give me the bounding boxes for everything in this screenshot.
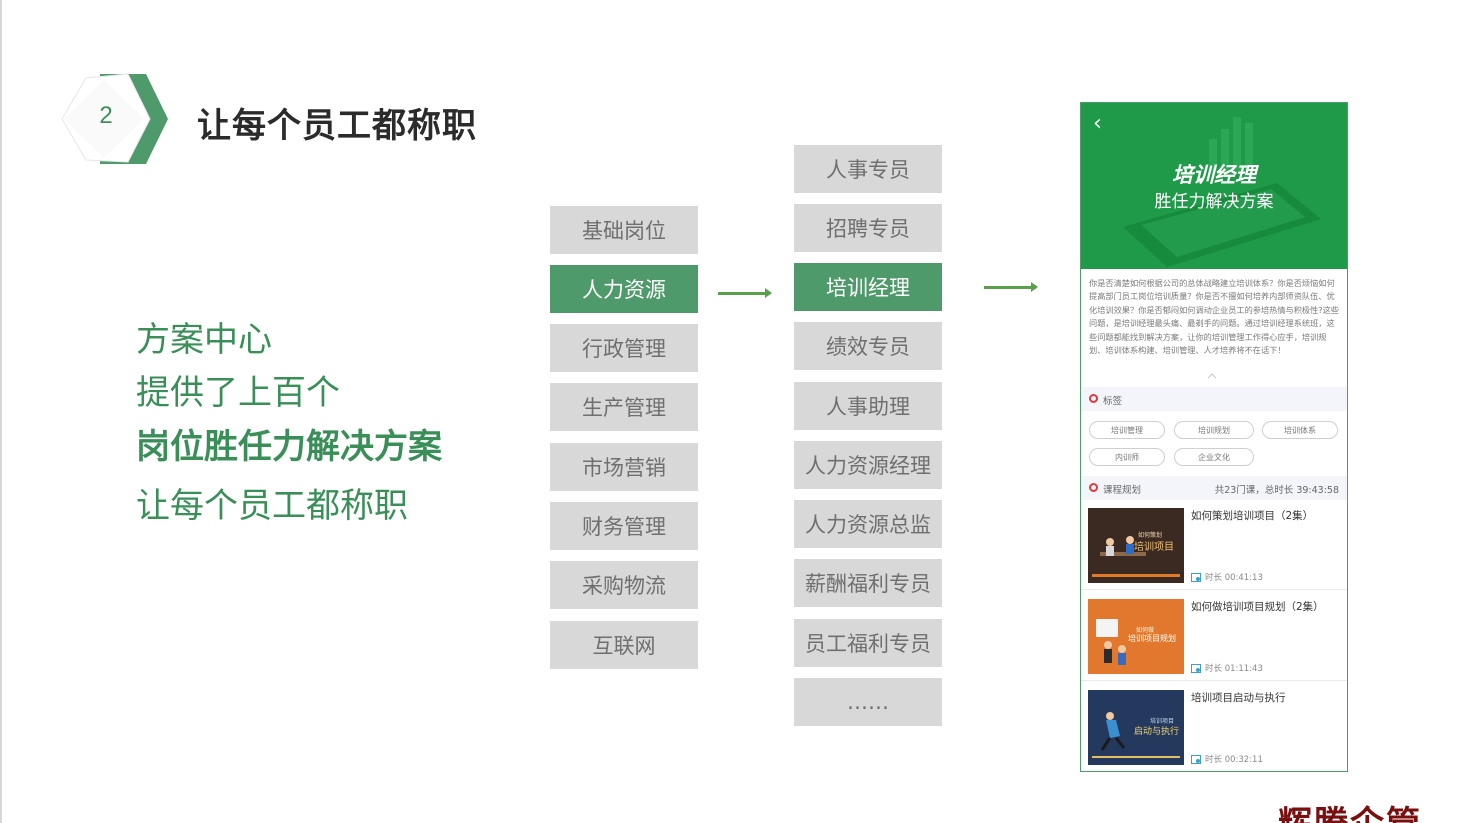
page-title: 让每个员工都称职	[197, 106, 477, 146]
back-chevron-icon[interactable]: ‹	[1093, 113, 1102, 135]
role-item[interactable]: 招聘专员	[794, 204, 942, 252]
course-duration-row: 时长 00:41:13	[1191, 571, 1263, 583]
brand-watermark: 辉腾企管	[1278, 796, 1422, 823]
plan-section-header: 课程规划 共23门课，总时长 39:43:58	[1081, 476, 1347, 500]
plan-summary: 共23门课，总时长 39:43:58	[1214, 485, 1339, 496]
thumbnail-caption: 启动与执行	[1134, 727, 1180, 737]
course-duration-row: 时长 01:11:43	[1191, 662, 1263, 674]
course-thumbnail: 如何策划 培训项目	[1088, 508, 1184, 583]
course-title: 如何做培训项目规划（2集）	[1191, 601, 1324, 613]
role-item[interactable]: 人事助理	[794, 382, 942, 430]
course-title: 如何策划培训项目（2集）	[1191, 510, 1314, 522]
section-dot-icon	[1089, 394, 1098, 403]
role-item-more[interactable]: ……	[794, 678, 942, 726]
phone-mockup: ‹ 培训经理 胜任力解决方案 你是否清楚如何根据公司的总体战略建立培训体系？你是…	[1080, 102, 1348, 772]
video-icon	[1191, 663, 1201, 673]
tags-section-header: 标签	[1081, 387, 1347, 411]
step-number: 2	[99, 102, 113, 129]
plan-label: 课程规划	[1103, 485, 1142, 496]
arrow-right-icon	[984, 282, 1038, 292]
category-item[interactable]: 生产管理	[550, 383, 698, 431]
role-item[interactable]: 绩效专员	[794, 322, 942, 370]
video-icon	[1191, 572, 1201, 582]
tag-chip[interactable]: 培训规划	[1174, 421, 1254, 439]
tag-chip[interactable]: 企业文化	[1174, 448, 1254, 466]
promo-line-2: 提供了上百个	[136, 373, 340, 413]
hero-title: 培训经理	[1172, 163, 1256, 187]
role-item[interactable]: 人事专员	[794, 145, 942, 193]
course-list-item[interactable]: 培训项目 启动与执行 培训项目启动与执行 时长 00:32:11	[1081, 682, 1347, 771]
course-list-item[interactable]: 如何策划 培训项目 如何策划培训项目（2集） 时长 00:41:13	[1081, 500, 1347, 590]
category-item[interactable]: 行政管理	[550, 324, 698, 372]
left-border-line	[0, 0, 2, 823]
role-item[interactable]: 员工福利专员	[794, 619, 942, 667]
role-item-active[interactable]: 培训经理	[794, 263, 942, 311]
course-thumbnail: 如何做 培训项目规划	[1088, 599, 1184, 674]
hero-subtitle: 胜任力解决方案	[1154, 192, 1274, 212]
category-item[interactable]: 市场营销	[550, 443, 698, 491]
tag-chip[interactable]: 培训管理	[1089, 421, 1165, 439]
category-item[interactable]: 财务管理	[550, 502, 698, 550]
thumbnail-caption: 培训项目规划	[1128, 634, 1176, 643]
promo-line-4: 让每个员工都称职	[136, 486, 408, 526]
course-duration-row: 时长 00:32:11	[1191, 753, 1263, 765]
tag-chip[interactable]: 培训体系	[1262, 421, 1338, 439]
thumbnail-caption: 培训项目	[1134, 542, 1174, 553]
category-item-active[interactable]: 人力资源	[550, 265, 698, 313]
promo-line-1: 方案中心	[136, 320, 272, 360]
category-item[interactable]: 互联网	[550, 621, 698, 669]
category-item[interactable]: 采购物流	[550, 561, 698, 609]
tag-chip[interactable]: 内训师	[1089, 448, 1165, 466]
course-list-item[interactable]: 如何做 培训项目规划 如何做培训项目规划（2集） 时长 01:11:43	[1081, 591, 1347, 681]
section-dot-icon	[1089, 483, 1098, 492]
course-title: 培训项目启动与执行	[1191, 692, 1286, 704]
course-description: 你是否清楚如何根据公司的总体战略建立培训体系？你是否烦恼如何提高部门员工岗位培训…	[1089, 278, 1339, 356]
tags-label: 标签	[1103, 396, 1123, 407]
course-duration: 时长 00:32:11	[1205, 755, 1263, 765]
role-item[interactable]: 人力资源总监	[794, 500, 942, 548]
course-duration: 时长 00:41:13	[1205, 573, 1263, 583]
course-duration: 时长 01:11:43	[1205, 664, 1263, 674]
category-item[interactable]: 基础岗位	[550, 206, 698, 254]
arrow-right-icon	[718, 288, 772, 298]
hero-banner: ‹ 培训经理 胜任力解决方案	[1081, 103, 1347, 269]
video-icon	[1191, 754, 1201, 764]
role-item[interactable]: 人力资源经理	[794, 441, 942, 489]
course-thumbnail: 培训项目 启动与执行	[1088, 690, 1184, 765]
promo-line-3: 岗位胜任力解决方案	[136, 427, 442, 467]
collapse-chevron-icon[interactable]	[1207, 373, 1217, 379]
role-item[interactable]: 薪酬福利专员	[794, 559, 942, 607]
